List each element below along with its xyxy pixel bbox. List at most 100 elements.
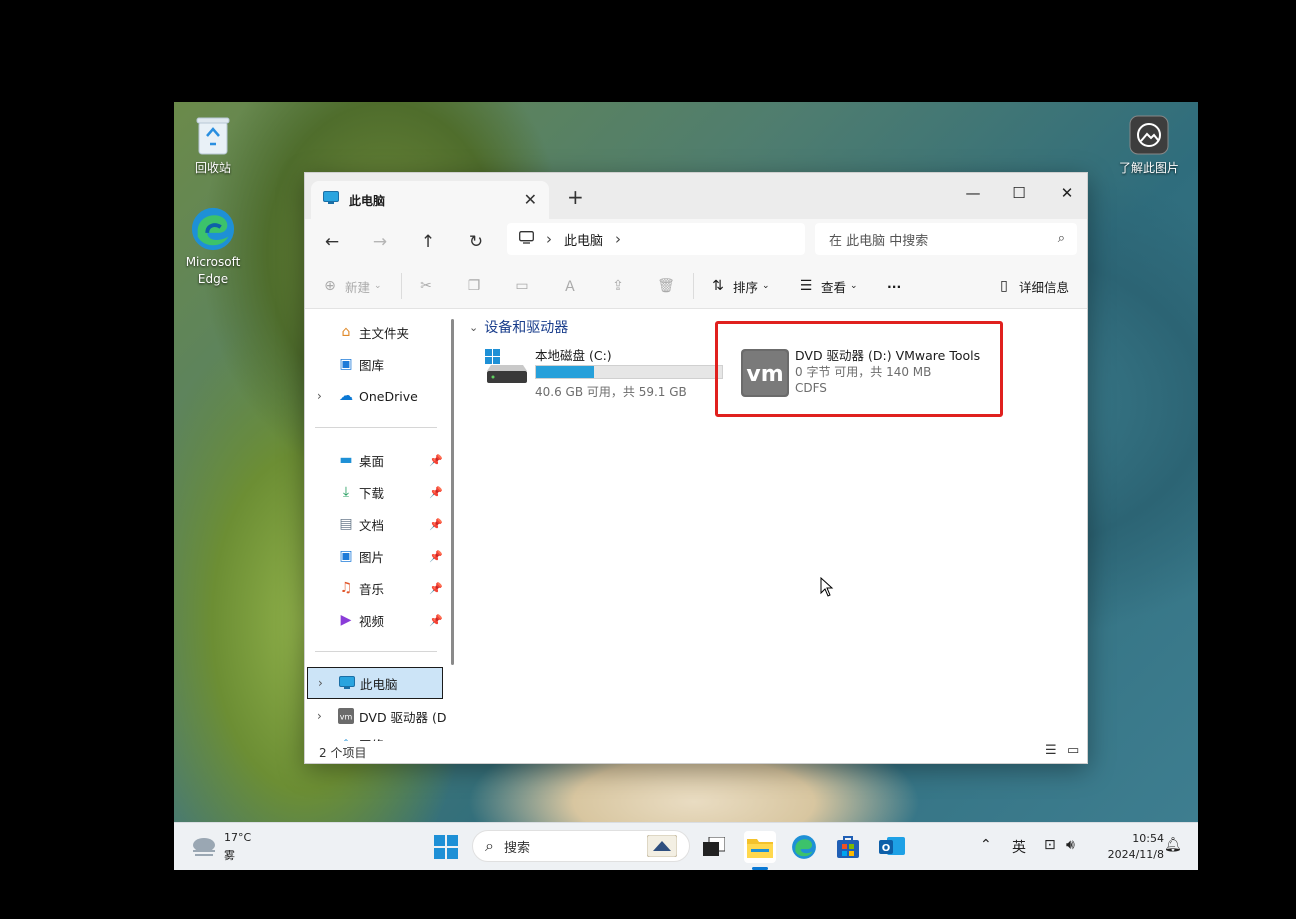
view-button[interactable]: ☰ 查看 ⌄ — [797, 275, 858, 297]
nav-scrollbar[interactable] — [451, 319, 454, 665]
sidebar-item-gallery[interactable]: ▣ 图库 — [305, 349, 445, 379]
pin-icon: 📌 — [429, 613, 443, 627]
paste-button[interactable]: ▭ — [513, 275, 531, 297]
group-title: 设备和驱动器 — [484, 320, 569, 336]
group-header[interactable]: ⌄ 设备和驱动器 — [469, 317, 568, 337]
taskbar-outlook[interactable]: O — [876, 831, 908, 863]
hard-drive-icon — [485, 349, 529, 389]
up-button[interactable]: ↑ — [415, 229, 441, 255]
sidebar-item-label: 下载 — [359, 485, 385, 501]
desktop-icon-recycle-bin[interactable]: 回收站 — [174, 112, 252, 177]
desktop-icon-label: 了解此图片 — [1118, 161, 1179, 175]
clock-time: 10:54 — [1132, 832, 1164, 845]
sidebar-item-videos[interactable]: ▶ 视频 📌 — [305, 605, 445, 635]
details-pane-icon: ▯ — [1000, 278, 1008, 294]
sidebar-item-network[interactable]: ◈ 网络 — [305, 729, 445, 741]
sidebar-item-documents[interactable]: ▤ 文档 📌 — [305, 509, 445, 539]
highlight-box — [715, 321, 1003, 417]
taskbar-search[interactable]: ⌕ 搜索 — [472, 830, 690, 862]
chevron-right-icon[interactable]: › — [317, 389, 322, 403]
search-input[interactable]: 在 此电脑 中搜索 ⌕ — [815, 223, 1077, 255]
capacity-bar — [535, 365, 723, 379]
sidebar-item-dvd-drive[interactable]: › vm DVD 驱动器 (D — [305, 701, 447, 731]
sidebar-item-home[interactable]: ⌂ 主文件夹 — [305, 317, 445, 347]
details-view-icon[interactable]: ☰ — [1045, 743, 1057, 758]
back-button[interactable]: ← — [319, 229, 345, 255]
cut-button[interactable]: ✂ — [417, 275, 435, 297]
maximize-button[interactable]: ☐ — [1003, 181, 1035, 205]
sidebar-item-label: 此电脑 — [360, 676, 398, 692]
taskbar-store[interactable] — [832, 831, 864, 863]
address-bar[interactable]: › 此电脑 › — [507, 223, 805, 255]
weather-widget[interactable]: 17°C 雾 — [190, 831, 260, 863]
clipboard-icon: ▭ — [515, 278, 529, 294]
copy-button[interactable]: ❐ — [465, 275, 483, 297]
sidebar-item-label: 主文件夹 — [359, 325, 410, 341]
view-label: 查看 — [821, 279, 847, 295]
minimize-button[interactable]: — — [957, 181, 989, 205]
chevron-right-icon[interactable]: › — [546, 230, 552, 248]
desktop-icon-learn-image[interactable]: 了解此图片 — [1110, 112, 1188, 177]
clock[interactable]: 10:54 2024/11/8 — [1094, 831, 1164, 863]
chevron-right-icon[interactable]: › — [318, 676, 323, 690]
delete-button[interactable]: 🗑 — [657, 275, 675, 297]
chevron-right-icon[interactable]: › — [615, 230, 621, 248]
toolbar-divider — [401, 273, 402, 299]
sort-button[interactable]: ⇅ 排序 ⌄ — [709, 275, 770, 297]
nav-divider — [315, 651, 437, 652]
ime-indicator[interactable]: 英 — [1012, 837, 1026, 857]
active-app-indicator — [752, 867, 768, 870]
new-tab-button[interactable]: + — [567, 185, 584, 209]
taskbar-edge[interactable] — [788, 831, 820, 863]
taskbar-file-explorer[interactable] — [744, 831, 776, 863]
show-hidden-icons-button[interactable]: ⌃ — [980, 837, 992, 853]
desktop-icon-edge[interactable]: Microsoft Edge — [174, 206, 252, 288]
capacity-bar-fill — [536, 366, 595, 378]
tiles-view-icon[interactable]: ▭ — [1067, 743, 1079, 758]
task-view-button[interactable] — [698, 831, 730, 863]
sidebar-item-onedrive[interactable]: › ☁ OneDrive — [305, 381, 445, 411]
home-icon: ⌂ — [341, 324, 351, 340]
new-button[interactable]: ⊕ 新建 ⌄ — [321, 275, 381, 297]
desktop-icon-label: Microsoft Edge — [185, 255, 241, 286]
sidebar-item-pictures[interactable]: ▣ 图片 📌 — [305, 541, 445, 571]
chevron-down-icon: ⌄ — [762, 281, 770, 291]
sort-label: 排序 — [733, 279, 759, 295]
details-button[interactable]: ▯ 详细信息 — [995, 275, 1069, 297]
sidebar-item-music[interactable]: ♫ 音乐 📌 — [305, 573, 445, 603]
music-icon: ♫ — [339, 580, 353, 596]
volume-icon[interactable]: 🔊︎ — [1066, 837, 1075, 853]
monitor-icon — [519, 230, 534, 248]
drive-c[interactable]: 本地磁盘 (C:) 40.6 GB 可用，共 59.1 GB — [481, 345, 723, 401]
pin-icon: 📌 — [429, 453, 443, 467]
sidebar-item-desktop[interactable]: ▬ 桌面 📌 — [305, 445, 445, 475]
svg-text:vm: vm — [340, 713, 353, 722]
start-button[interactable] — [430, 831, 462, 863]
recycle-bin-icon — [190, 112, 236, 158]
more-button[interactable]: ··· — [887, 275, 901, 297]
network-status-icon[interactable]: ⊡ — [1044, 837, 1056, 853]
weather-temp: 17°C — [224, 831, 252, 844]
breadcrumb-this-pc[interactable]: 此电脑 — [564, 230, 603, 249]
close-tab-icon[interactable]: ✕ — [524, 190, 537, 209]
sidebar-item-downloads[interactable]: ⤓ 下载 📌 — [305, 477, 445, 507]
refresh-button[interactable]: ↻ — [463, 229, 489, 255]
drive-detail: 40.6 GB 可用，共 59.1 GB — [535, 385, 687, 399]
folder-icon — [747, 839, 773, 858]
sidebar-item-label: 图片 — [359, 549, 385, 565]
chevron-down-icon: ⌄ — [850, 281, 858, 291]
close-window-button[interactable]: ✕ — [1051, 181, 1083, 205]
share-button[interactable]: ⇪ — [609, 275, 627, 297]
notification-icon[interactable]: 🔔︎ — [1164, 837, 1182, 853]
sidebar-item-this-pc[interactable]: › 此电脑 — [307, 667, 443, 699]
view-icon: ☰ — [799, 278, 813, 294]
tab-this-pc[interactable]: 此电脑 ✕ — [311, 181, 549, 219]
outlook-icon: O — [879, 837, 905, 855]
store-icon — [837, 836, 859, 858]
rename-button[interactable]: Ａ — [561, 275, 579, 297]
chevron-right-icon[interactable]: › — [317, 709, 322, 723]
plus-circle-icon: ⊕ — [324, 278, 336, 294]
sidebar-item-label: DVD 驱动器 (D — [359, 709, 447, 725]
desktop-icon-label: 回收站 — [194, 161, 231, 175]
forward-button[interactable]: → — [367, 229, 393, 255]
